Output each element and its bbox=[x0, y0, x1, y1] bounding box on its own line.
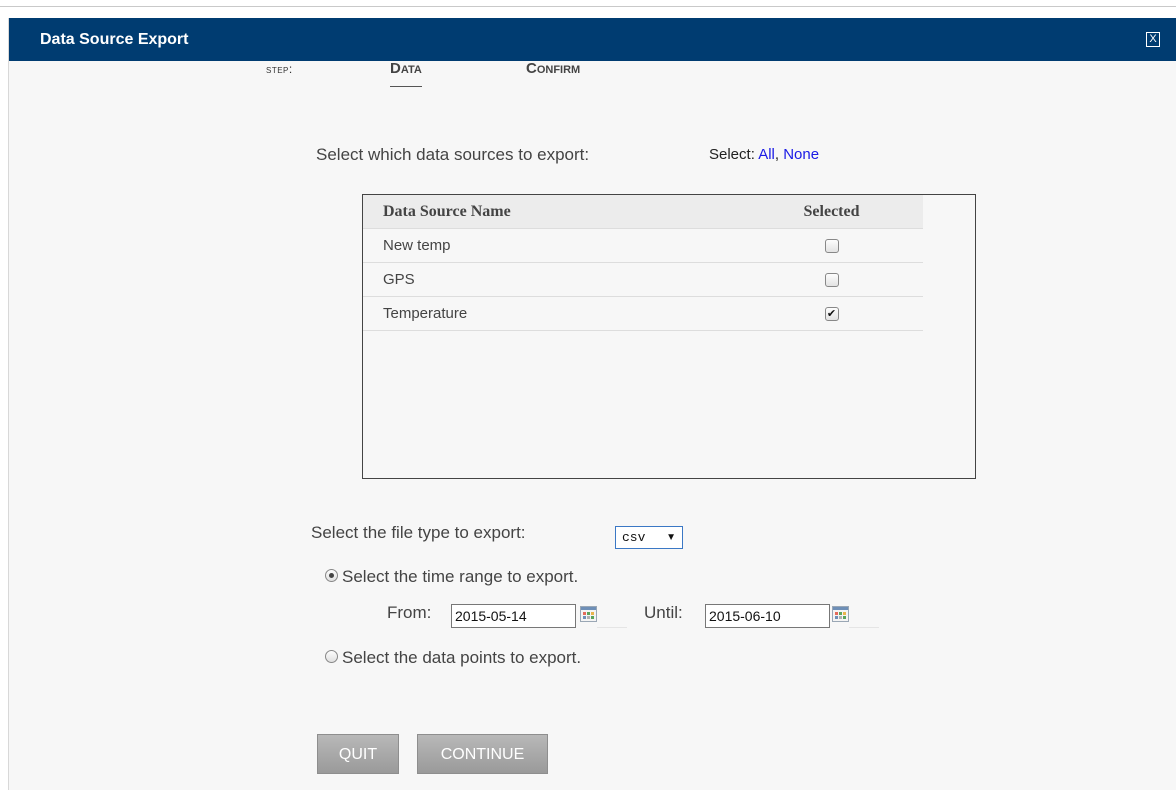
top-divider bbox=[0, 6, 1176, 7]
tab-data[interactable]: Data bbox=[390, 60, 422, 87]
filetype-value: csv bbox=[622, 530, 646, 545]
select-all-link[interactable]: All bbox=[758, 146, 775, 163]
from-label: From: bbox=[387, 603, 432, 622]
from-date-input[interactable]: 2015-05-14 bbox=[451, 604, 576, 628]
data-points-radio[interactable] bbox=[325, 650, 338, 664]
table-row: Temperature ✔ bbox=[363, 296, 923, 331]
data-points-label: Select the data points to export. bbox=[342, 648, 582, 667]
select-separator: , bbox=[774, 146, 780, 163]
select-none-link[interactable]: None bbox=[783, 146, 819, 163]
column-header-name: Data Source Name bbox=[363, 195, 751, 229]
until-date-input[interactable]: 2015-06-10 bbox=[705, 604, 830, 628]
data-source-name: New temp bbox=[363, 228, 751, 263]
table-row: GPS bbox=[363, 262, 923, 297]
time-range-label: Select the time range to export. bbox=[342, 567, 579, 586]
row-checkbox[interactable]: ✔ bbox=[824, 307, 839, 322]
select-links: Select: All, None bbox=[709, 146, 819, 163]
until-label: Until: bbox=[644, 603, 683, 622]
row-checkbox[interactable] bbox=[824, 273, 839, 288]
row-checkbox[interactable] bbox=[824, 239, 839, 254]
time-range-radio[interactable] bbox=[325, 569, 338, 583]
filetype-prompt: Select the file type to export: bbox=[311, 523, 526, 542]
select-prefix: Select: bbox=[709, 146, 755, 163]
quit-button[interactable]: QUIT bbox=[317, 734, 399, 774]
close-button[interactable]: X bbox=[1146, 32, 1160, 47]
data-source-name: Temperature bbox=[363, 296, 751, 331]
column-header-selected: Selected bbox=[750, 195, 923, 229]
tab-confirm[interactable]: Confirm bbox=[526, 60, 580, 77]
calendar-underline bbox=[597, 627, 627, 628]
calendar-underline bbox=[849, 627, 879, 628]
dialog-titlebar: Data Source Export X bbox=[9, 18, 1176, 61]
table-header-row: Data Source Name Selected bbox=[363, 195, 923, 229]
data-source-table-container: Data Source Name Selected New temp GPS T… bbox=[362, 194, 976, 479]
continue-button[interactable]: CONTINUE bbox=[417, 734, 548, 774]
dropdown-arrow-icon: ▼ bbox=[666, 532, 676, 543]
data-source-name: GPS bbox=[363, 262, 751, 297]
calendar-icon[interactable] bbox=[832, 606, 849, 622]
table-row: New temp bbox=[363, 228, 923, 263]
time-range-option[interactable]: Select the time range to export. bbox=[325, 567, 578, 587]
filetype-select[interactable]: csv ▼ bbox=[615, 526, 683, 549]
calendar-icon[interactable] bbox=[580, 606, 597, 622]
sources-prompt: Select which data sources to export: bbox=[316, 145, 590, 164]
dialog-title: Data Source Export bbox=[40, 31, 189, 48]
step-label: step: bbox=[266, 62, 293, 76]
data-source-table: Data Source Name Selected New temp GPS T… bbox=[363, 195, 923, 331]
data-points-option[interactable]: Select the data points to export. bbox=[325, 648, 581, 668]
